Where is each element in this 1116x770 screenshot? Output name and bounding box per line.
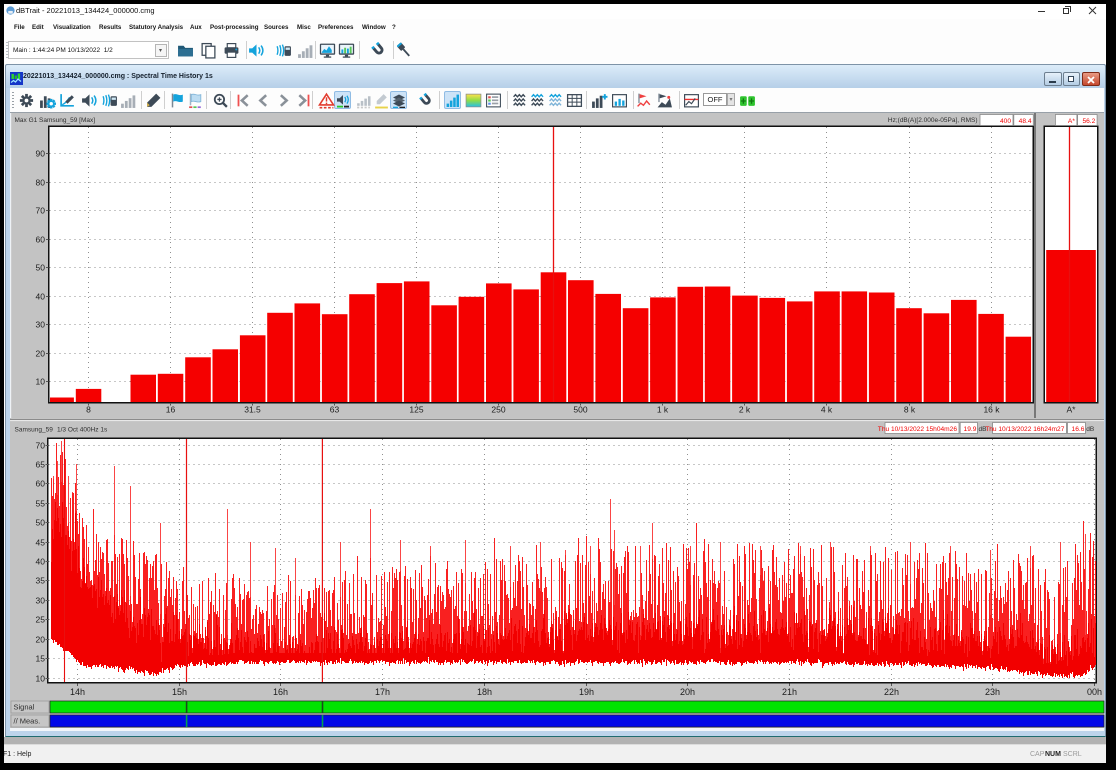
svg-text:15: 15 [36, 654, 46, 664]
svg-text:10: 10 [36, 377, 46, 387]
svg-text:63: 63 [330, 405, 340, 415]
svg-text:35: 35 [36, 576, 46, 586]
svg-text:80: 80 [36, 178, 46, 188]
svg-text:40: 40 [36, 292, 46, 302]
svg-text:30: 30 [36, 596, 46, 606]
svg-text:8 k: 8 k [904, 405, 916, 415]
svg-text:40: 40 [36, 557, 46, 567]
svg-text:14h: 14h [70, 687, 85, 697]
svg-text:Signal: Signal [14, 703, 35, 712]
svg-text:45: 45 [36, 538, 46, 548]
svg-text:1 k: 1 k [657, 405, 669, 415]
svg-text:1/3 Oct 400Hz 1s: 1/3 Oct 400Hz 1s [57, 427, 108, 434]
svg-text:20: 20 [36, 635, 46, 645]
svg-text:70: 70 [36, 441, 46, 451]
svg-text:90: 90 [36, 149, 46, 159]
svg-text:00h: 00h [1087, 687, 1102, 697]
svg-text:500: 500 [573, 405, 587, 415]
svg-text:56.2: 56.2 [1082, 118, 1095, 125]
svg-text:18h: 18h [477, 687, 492, 697]
svg-text:16.6: 16.6 [1072, 426, 1085, 433]
svg-text:21h: 21h [782, 687, 797, 697]
svg-text:60: 60 [36, 235, 46, 245]
svg-text:30: 30 [36, 320, 46, 330]
svg-text:19.9: 19.9 [964, 426, 977, 433]
svg-text:A*: A* [1067, 405, 1077, 415]
svg-text:400: 400 [1000, 118, 1011, 125]
svg-text:20h: 20h [680, 687, 695, 697]
svg-text:50: 50 [36, 263, 46, 273]
svg-text:dB: dB [1086, 426, 1094, 433]
svg-text:10: 10 [36, 674, 46, 684]
svg-text:25: 25 [36, 615, 46, 625]
svg-text:19h: 19h [579, 687, 594, 697]
svg-text:8: 8 [86, 405, 91, 415]
svg-text:16h: 16h [273, 687, 288, 697]
svg-text:70: 70 [36, 206, 46, 216]
svg-text:Max G1 Samsung_59 [Max]: Max G1 Samsung_59 [Max] [15, 117, 96, 124]
svg-text:16: 16 [166, 405, 176, 415]
svg-text:20: 20 [36, 349, 46, 359]
svg-text:// Meas.: // Meas. [14, 717, 41, 726]
svg-text:22h: 22h [884, 687, 899, 697]
svg-text:31.5: 31.5 [244, 405, 261, 415]
svg-text:55: 55 [36, 499, 46, 509]
svg-text:250: 250 [491, 405, 505, 415]
svg-text:4 k: 4 k [821, 405, 833, 415]
svg-text:Thu 10/13/2022 15h04m26: Thu 10/13/2022 15h04m26 [878, 426, 958, 433]
svg-text:Thu 10/13/2022 16h24m27: Thu 10/13/2022 16h24m27 [985, 426, 1065, 433]
svg-text:23h: 23h [985, 687, 1000, 697]
svg-text:16 k: 16 k [983, 405, 1000, 415]
svg-text:Hz;(dB(A)[2.000e-05Pa], RMS): Hz;(dB(A)[2.000e-05Pa], RMS) [888, 117, 978, 124]
svg-text:15h: 15h [172, 687, 187, 697]
svg-text:17h: 17h [375, 687, 390, 697]
svg-text:60: 60 [36, 479, 46, 489]
svg-text:48.4: 48.4 [1019, 118, 1032, 125]
svg-text:50: 50 [36, 518, 46, 528]
svg-text:2 k: 2 k [739, 405, 751, 415]
svg-text:65: 65 [36, 460, 46, 470]
svg-text:Samsung_59: Samsung_59 [15, 427, 54, 434]
svg-text:125: 125 [409, 405, 423, 415]
svg-text:A*: A* [1068, 118, 1075, 125]
